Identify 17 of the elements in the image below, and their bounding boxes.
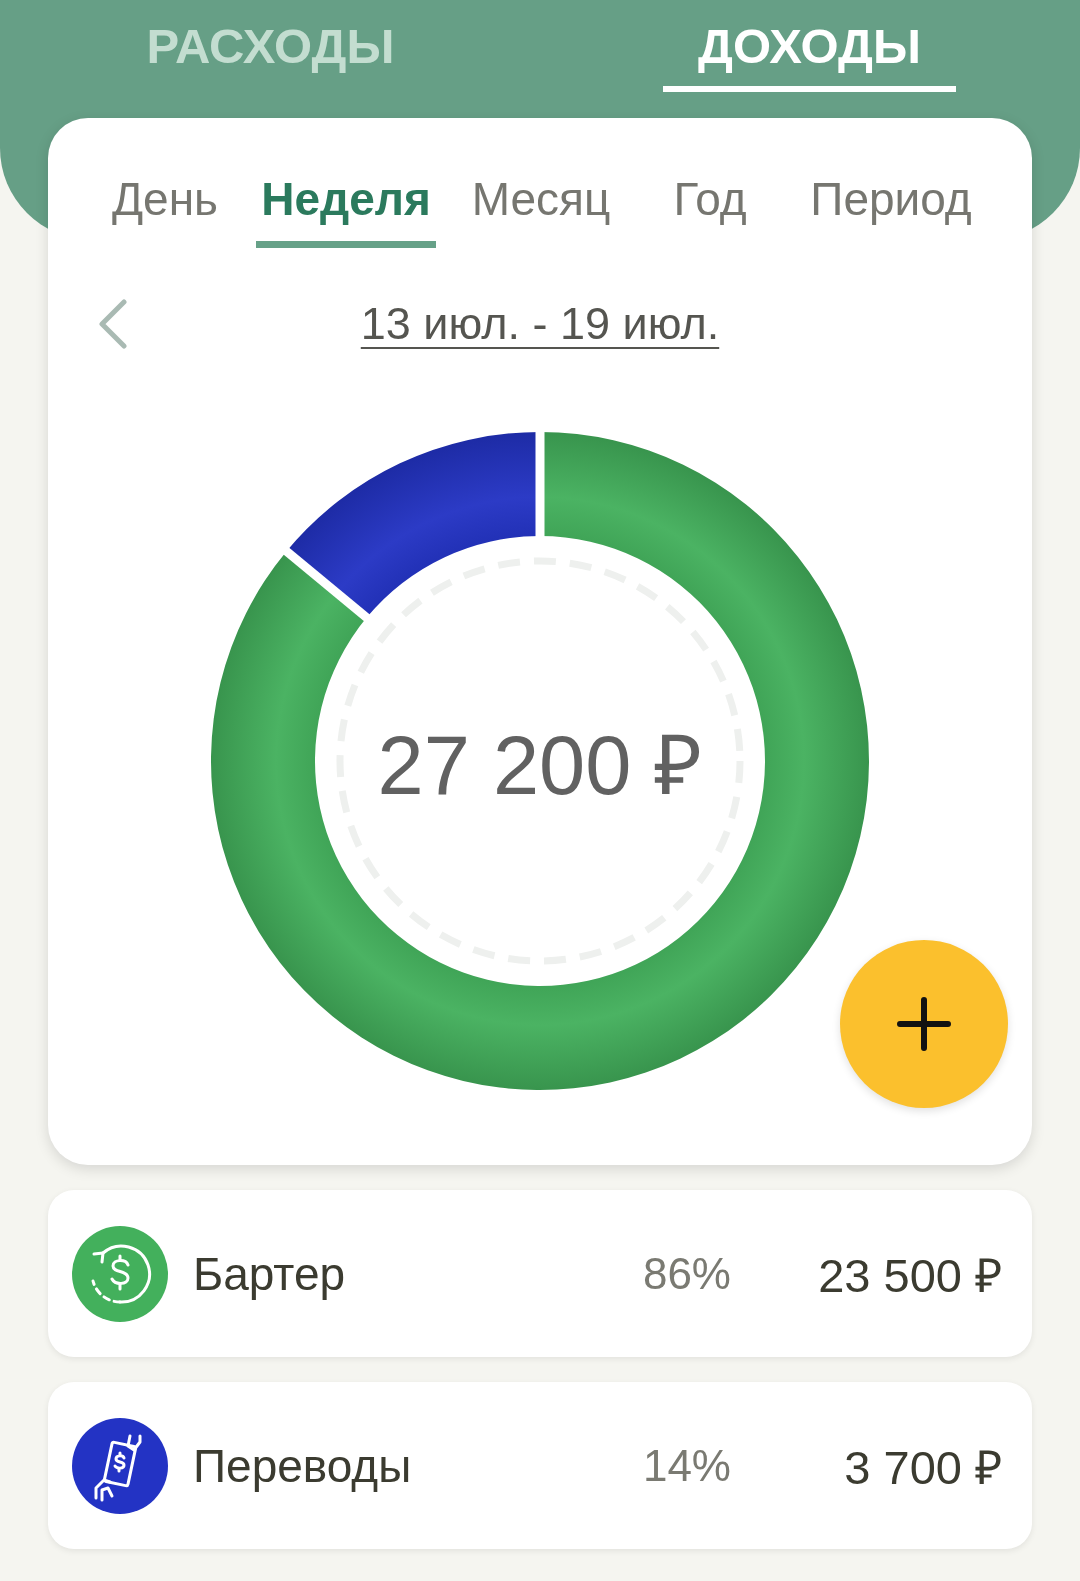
period-tab[interactable]: Неделя <box>256 173 436 248</box>
period-tab[interactable]: Месяц <box>436 173 646 248</box>
category-amount: 3 700 ₽ <box>843 1439 1002 1496</box>
date-range-link[interactable]: 13 июл. - 19 июл. <box>360 297 720 351</box>
period-tab[interactable]: Период <box>774 173 1008 248</box>
category-amount: 23 500 ₽ <box>817 1247 1002 1304</box>
category-name: Бартер <box>193 1246 347 1301</box>
plus-icon <box>897 997 951 1051</box>
period-tab[interactable]: Год <box>646 173 774 248</box>
total-amount: 27 200 ₽ <box>377 717 703 814</box>
category-name: Переводы <box>193 1438 413 1493</box>
category-percent: 86% <box>642 1248 731 1299</box>
category-row[interactable]: Бартер 86% 23 500 ₽ <box>48 1190 1032 1357</box>
period-tab[interactable]: День <box>74 173 256 248</box>
category-row[interactable]: Переводы 14% 3 700 ₽ <box>48 1382 1032 1549</box>
category-percent: 14% <box>642 1440 731 1491</box>
tab[interactable]: ДОХОДЫ <box>663 18 956 92</box>
